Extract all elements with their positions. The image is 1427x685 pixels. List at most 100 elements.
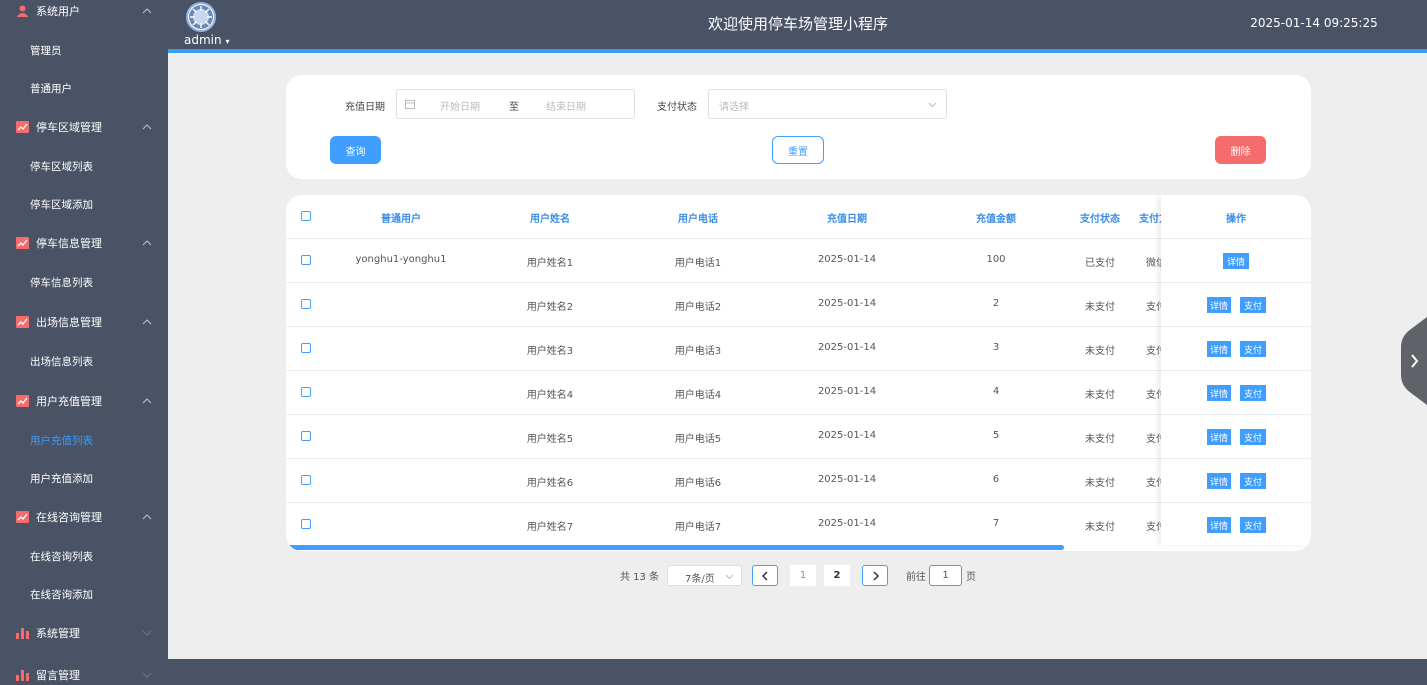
sidebar-group-7[interactable]: 留言管理	[0, 656, 168, 685]
sidebar-item[interactable]: 停车区域添加	[0, 185, 168, 223]
cell-method: 支付	[1146, 478, 1161, 489]
cell-status: 未支付	[1085, 478, 1115, 489]
row-divider	[286, 502, 1311, 503]
sidebar-group-1[interactable]: 停车区域管理	[0, 108, 168, 146]
row-checkbox[interactable]	[301, 343, 311, 353]
prev-page-button[interactable]	[752, 565, 778, 586]
cell-phone: 用户电话3	[674, 346, 722, 357]
person-icon	[16, 5, 29, 17]
cell-amount: 100	[986, 254, 1006, 265]
cell-name: 用户姓名4	[526, 390, 574, 401]
cell-name: 用户姓名1	[526, 258, 574, 269]
chevron-up-icon	[142, 514, 152, 520]
sidebar-group-label: 用户充值管理	[36, 395, 102, 408]
query-button[interactable]: 查询	[330, 136, 381, 164]
sidebar-group-5[interactable]: 在线咨询管理	[0, 498, 168, 536]
page-size-value: 7条/页	[685, 574, 715, 585]
row-checkbox[interactable]	[301, 299, 311, 309]
pay-button[interactable]: 支付	[1240, 429, 1266, 445]
cell-amount: 7	[992, 518, 1000, 529]
sidebar-item[interactable]: 用户充值列表	[0, 421, 168, 459]
goto-label: 前往	[906, 572, 926, 583]
select-all-checkbox[interactable]	[301, 211, 311, 221]
page-size-select[interactable]: 7条/页	[667, 565, 742, 586]
cell-date: 2025-01-14	[817, 474, 877, 485]
user-menu[interactable]: admin ▾	[184, 33, 229, 47]
chevron-up-icon	[142, 124, 152, 130]
row-divider	[1161, 326, 1311, 327]
pay-button[interactable]: 支付	[1240, 341, 1266, 357]
sidebar-item[interactable]: 用户充值添加	[0, 459, 168, 497]
page-number-2[interactable]: 2	[824, 565, 850, 586]
range-separator: 至	[509, 102, 519, 113]
status-select[interactable]: 请选择	[708, 89, 947, 119]
cell-date: 2025-01-14	[817, 254, 877, 265]
avatar-image	[189, 5, 213, 29]
detail-button[interactable]: 详情	[1207, 341, 1231, 357]
sidebar: 系统用户管理员 普通用户 停车区域管理 停车区域列表 停车区域添加 停车信息管理 停车信息列…	[0, 0, 168, 685]
date-range-picker[interactable]: 开始日期 至 结束日期	[396, 89, 635, 119]
cell-phone: 用户电话5	[674, 434, 722, 445]
cell-name: 用户姓名3	[526, 346, 574, 357]
column-header-actions: 操作	[1226, 214, 1246, 225]
detail-button[interactable]: 详情	[1223, 253, 1249, 269]
pay-button[interactable]: 支付	[1240, 517, 1266, 533]
header-accent-line	[168, 49, 1427, 53]
chevron-up-icon	[142, 398, 152, 404]
sidebar-group-6[interactable]: 系统管理	[0, 614, 168, 652]
row-divider	[1161, 370, 1311, 371]
start-date-placeholder[interactable]: 开始日期	[440, 98, 480, 113]
row-checkbox[interactable]	[301, 519, 311, 529]
horizontal-scrollbar[interactable]	[286, 545, 1064, 550]
row-divider	[1161, 502, 1311, 503]
row-divider	[1161, 458, 1311, 459]
sidebar-group-4[interactable]: 用户充值管理	[0, 382, 168, 420]
cell-method: 微信	[1146, 258, 1161, 269]
sidebar-item[interactable]: 在线咨询列表	[0, 537, 168, 575]
pay-button[interactable]: 支付	[1240, 473, 1266, 489]
pay-button[interactable]: 支付	[1240, 385, 1266, 401]
detail-button[interactable]: 详情	[1207, 385, 1231, 401]
row-checkbox[interactable]	[301, 475, 311, 485]
detail-button[interactable]: 详情	[1207, 429, 1231, 445]
pay-button[interactable]: 支付	[1240, 297, 1266, 313]
sidebar-item[interactable]: 出场信息列表	[0, 342, 168, 380]
sidebar-item[interactable]: 停车区域列表	[0, 147, 168, 185]
status-placeholder: 请选择	[719, 102, 749, 113]
chevron-down-icon	[928, 102, 937, 108]
row-checkbox[interactable]	[301, 431, 311, 441]
detail-button[interactable]: 详情	[1207, 297, 1231, 313]
cell-phone: 用户电话1	[674, 258, 722, 269]
end-date-placeholder[interactable]: 结束日期	[546, 98, 586, 113]
bar-chart-icon	[16, 670, 29, 681]
caret-down-icon: ▾	[225, 37, 230, 46]
sidebar-item[interactable]: 普通用户	[0, 69, 168, 107]
drawer-toggle-handle[interactable]	[1401, 317, 1427, 405]
detail-button[interactable]: 详情	[1207, 517, 1231, 533]
avatar[interactable]	[186, 2, 216, 32]
date-filter-label: 充值日期	[345, 102, 385, 113]
detail-button[interactable]: 详情	[1207, 473, 1231, 489]
sidebar-group-label: 出场信息管理	[36, 316, 102, 329]
sidebar-item[interactable]: 停车信息列表	[0, 263, 168, 301]
column-header-user: 普通用户	[381, 214, 421, 225]
goto-page-input[interactable]	[929, 565, 962, 586]
sidebar-item[interactable]: 管理员	[0, 31, 168, 69]
username: admin	[184, 33, 222, 47]
row-checkbox[interactable]	[301, 387, 311, 397]
sidebar-group-0[interactable]: 系统用户	[0, 0, 168, 22]
cell-phone: 用户电话7	[674, 522, 722, 533]
delete-button[interactable]: 删除	[1215, 136, 1266, 164]
bar-chart-icon	[16, 628, 29, 639]
reset-button[interactable]: 重置	[772, 136, 824, 164]
cell-date: 2025-01-14	[817, 518, 877, 529]
next-page-button[interactable]	[862, 565, 888, 586]
chevron-up-icon	[142, 8, 152, 14]
sidebar-group-3[interactable]: 出场信息管理	[0, 303, 168, 341]
page-number-1[interactable]: 1	[790, 565, 816, 586]
sidebar-group-2[interactable]: 停车信息管理	[0, 224, 168, 262]
sidebar-item[interactable]: 在线咨询添加	[0, 575, 168, 613]
row-checkbox[interactable]	[301, 255, 311, 265]
cell-amount: 4	[992, 386, 1000, 397]
chevron-up-icon	[142, 319, 152, 325]
